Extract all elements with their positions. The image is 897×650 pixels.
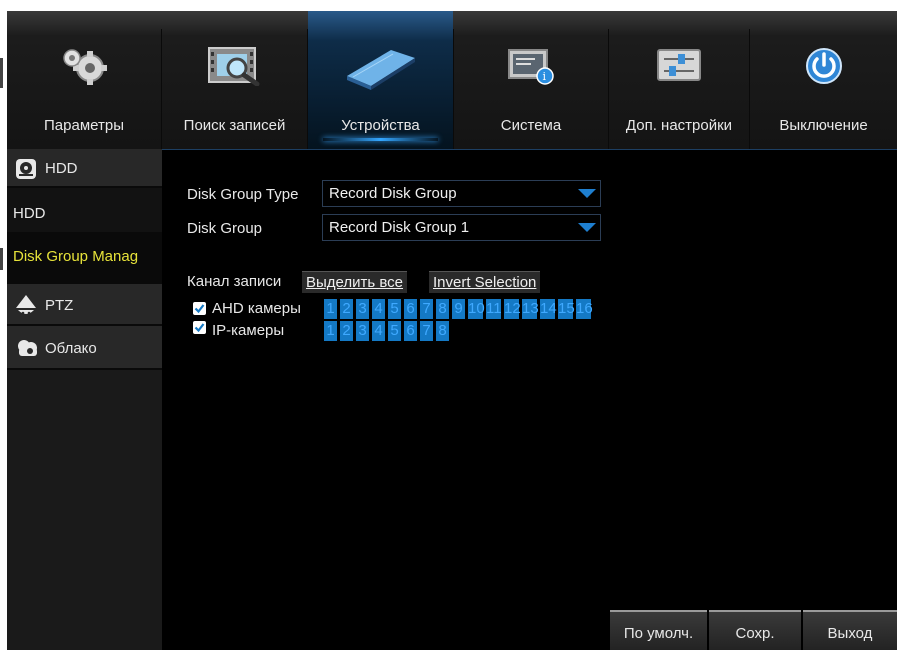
ahd-channel-4[interactable]: 4 xyxy=(372,299,385,319)
ahd-channel-3[interactable]: 3 xyxy=(356,299,369,319)
nav-parameters[interactable]: Параметры xyxy=(7,11,161,149)
sidebar-item-cloud[interactable]: Облако xyxy=(7,326,162,370)
nav-devices-label: Устройства xyxy=(341,117,420,134)
nav-advanced-settings[interactable]: Доп. настройки xyxy=(609,11,749,149)
gears-icon xyxy=(58,46,110,90)
sidebar-item-label: Облако xyxy=(45,340,97,357)
nav-record-search-label: Поиск записей xyxy=(183,117,286,134)
save-button[interactable]: Сохр. xyxy=(709,610,801,650)
sliders-icon xyxy=(654,46,704,90)
ip-channel-1[interactable]: 1 xyxy=(324,321,337,341)
ip-channel-3[interactable]: 3 xyxy=(356,321,369,341)
ahd-channel-6[interactable]: 6 xyxy=(404,299,417,319)
ahd-channel-5[interactable]: 5 xyxy=(388,299,401,319)
system-info-icon: i xyxy=(505,46,557,90)
disk-group-type-value: Record Disk Group xyxy=(329,185,457,202)
disk-group-value: Record Disk Group 1 xyxy=(329,219,470,236)
hard-drive-icon xyxy=(343,46,419,94)
sidebar-item-disk-group-manage[interactable]: Disk Group Manag xyxy=(7,234,162,284)
sidebar: HDD HDD Disk Group Manag PTZ Облако xyxy=(7,149,162,650)
ip-channel-5[interactable]: 5 xyxy=(388,321,401,341)
sidebar-item-label: PTZ xyxy=(45,297,74,314)
nav-system[interactable]: i Система xyxy=(454,11,608,149)
ip-cameras-checkbox[interactable] xyxy=(193,321,206,334)
nav-devices[interactable]: Устройства xyxy=(308,11,453,149)
sidebar-item-ptz[interactable]: PTZ xyxy=(7,284,162,326)
chevron-down-icon xyxy=(576,218,598,237)
cloud-icon xyxy=(15,338,39,362)
select-all-button[interactable]: Выделить все xyxy=(302,271,408,293)
video-search-icon xyxy=(207,46,263,90)
nav-advanced-settings-label: Доп. настройки xyxy=(625,117,733,134)
edge-artifact xyxy=(0,58,3,88)
power-icon xyxy=(802,46,846,90)
ahd-channel-7[interactable]: 7 xyxy=(420,299,433,319)
ahd-channel-11[interactable]: 11 xyxy=(486,299,502,319)
hdd-icon xyxy=(15,158,37,184)
nav-shutdown[interactable]: Выключение xyxy=(750,11,897,149)
ip-channel-4[interactable]: 4 xyxy=(372,321,385,341)
nav-record-search[interactable]: Поиск записей xyxy=(162,11,307,149)
edge-artifact xyxy=(0,248,3,270)
nav-system-label: Система xyxy=(500,117,562,134)
nav-parameters-label: Параметры xyxy=(44,117,124,134)
invert-selection-button[interactable]: Invert Selection xyxy=(429,271,541,293)
ahd-channel-13[interactable]: 13 xyxy=(522,299,539,319)
ahd-cameras-checkbox[interactable] xyxy=(193,302,206,315)
ahd-cameras-label: AHD камеры xyxy=(212,300,301,317)
sidebar-item-hdd[interactable]: HDD xyxy=(7,188,162,234)
ip-channel-list: 12345678 xyxy=(324,321,452,341)
disk-group-select[interactable]: Record Disk Group 1 xyxy=(322,214,601,241)
sidebar-item-hdd-header[interactable]: HDD xyxy=(7,149,162,188)
ahd-channel-9[interactable]: 9 xyxy=(452,299,465,319)
disk-group-type-select[interactable]: Record Disk Group xyxy=(322,180,601,207)
dvr-screen: Параметры Поиск записей Устройства i Сис… xyxy=(7,11,897,650)
svg-text:i: i xyxy=(543,70,547,83)
ahd-channel-15[interactable]: 15 xyxy=(558,299,575,319)
disk-group-type-label: Disk Group Type xyxy=(187,186,299,203)
ahd-channel-list: 1 2 3 4 5 6 7 8 9 10 11 12 13 14 15 16 xyxy=(324,299,594,319)
ahd-channel-10[interactable]: 10 xyxy=(468,299,485,319)
ip-channel-2[interactable]: 2 xyxy=(340,321,353,341)
disk-group-label: Disk Group xyxy=(187,220,263,237)
ahd-channel-16[interactable]: 16 xyxy=(576,299,593,319)
sidebar-item-label: Disk Group Manag xyxy=(13,248,139,265)
nav-shutdown-label: Выключение xyxy=(779,117,868,134)
ahd-channel-1[interactable]: 1 xyxy=(324,299,337,319)
ahd-channel-14[interactable]: 14 xyxy=(540,299,557,319)
ip-channel-7[interactable]: 7 xyxy=(420,321,433,341)
top-navigation: Параметры Поиск записей Устройства i Сис… xyxy=(7,11,897,149)
chevron-down-icon xyxy=(576,184,598,203)
ip-channel-6[interactable]: 6 xyxy=(404,321,417,341)
ip-cameras-label: IP-камеры xyxy=(212,322,285,339)
exit-button[interactable]: Выход xyxy=(803,610,897,650)
ahd-channel-2[interactable]: 2 xyxy=(340,299,353,319)
ip-channel-8[interactable]: 8 xyxy=(436,321,449,341)
disk-group-panel: Disk Group Type Record Disk Group Disk G… xyxy=(162,149,897,650)
ptz-camera-icon xyxy=(15,294,37,322)
ahd-channel-12[interactable]: 12 xyxy=(504,299,521,319)
default-button[interactable]: По умолч. xyxy=(610,610,707,650)
sidebar-item-label: HDD xyxy=(13,205,46,222)
record-channel-label: Канал записи xyxy=(187,273,282,290)
active-tab-indicator xyxy=(323,138,438,141)
sidebar-item-label: HDD xyxy=(45,160,78,177)
ahd-channel-8[interactable]: 8 xyxy=(436,299,449,319)
